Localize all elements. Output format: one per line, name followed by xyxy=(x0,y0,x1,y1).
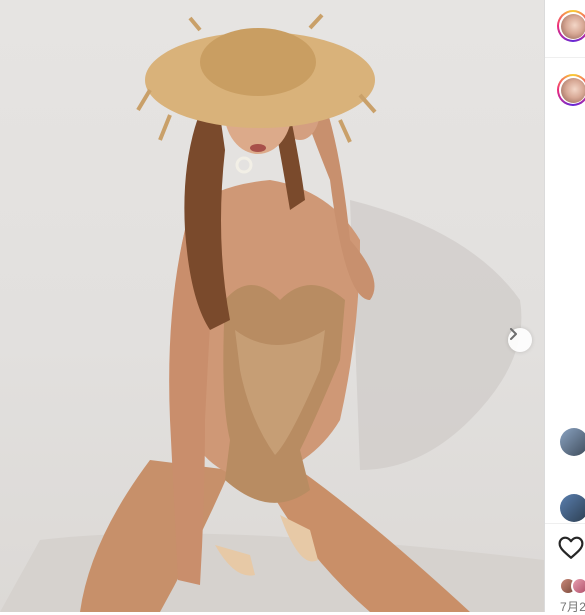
caption-author-avatar[interactable] xyxy=(557,74,585,106)
commenter-avatar[interactable] xyxy=(560,494,585,522)
carousel-next-button[interactable] xyxy=(508,328,532,352)
avatar xyxy=(561,78,585,103)
header-divider xyxy=(545,57,585,58)
post-date[interactable]: 7月2 xyxy=(560,598,585,615)
post-photo[interactable] xyxy=(0,0,544,612)
actions-divider xyxy=(545,523,585,524)
chevron-right-icon xyxy=(508,328,518,340)
post-sidebar xyxy=(544,0,585,612)
heart-outline-icon xyxy=(558,536,584,560)
like-button[interactable] xyxy=(558,536,584,560)
avatar xyxy=(561,14,585,39)
liker-avatar[interactable] xyxy=(571,577,585,595)
photo-illustration xyxy=(0,0,544,612)
author-avatar-story-ring[interactable] xyxy=(557,10,585,42)
commenter-avatar[interactable] xyxy=(560,428,585,456)
